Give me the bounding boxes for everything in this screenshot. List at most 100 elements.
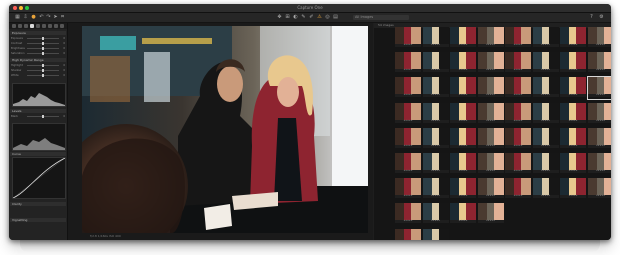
thumbnail[interactable]: ★★★★★ [560, 77, 586, 99]
thumbnail[interactable]: ★★★★★ [477, 127, 504, 150]
thumbnail[interactable]: ★★★★★ [450, 52, 476, 74]
slider-knob[interactable] [42, 69, 44, 72]
slider-track[interactable] [27, 64, 59, 67]
slider-knob[interactable] [42, 64, 44, 67]
thumbnail[interactable]: ★★★★★ [587, 127, 611, 150]
thumbnail[interactable]: ★★★★★ [477, 77, 504, 99]
picker-icon[interactable]: ✎ [301, 15, 306, 20]
slider-track[interactable] [27, 69, 59, 72]
thumbnail[interactable]: ★★★★★ [532, 52, 559, 74]
slider-track[interactable] [27, 47, 59, 50]
redo-icon[interactable]: ↷ [46, 15, 51, 20]
thumbnail[interactable]: ★★★★★ [422, 203, 449, 225]
thumbnail[interactable]: ★★★★★ [395, 153, 421, 175]
thumbnail[interactable]: ★★★★★ [560, 27, 586, 49]
curve-editor[interactable] [12, 157, 66, 199]
undo-icon[interactable]: ↶ [39, 15, 44, 20]
slider-knob[interactable] [42, 115, 44, 118]
tab-output-icon[interactable] [60, 24, 64, 28]
thumbnail[interactable]: ★★★★★ [532, 77, 559, 99]
tab-color-icon[interactable] [30, 24, 34, 28]
section-levels[interactable]: Levels [10, 109, 66, 113]
thumbnail[interactable]: ★★★★★ [450, 153, 476, 175]
thumbnail[interactable]: ★★★★★ [477, 102, 504, 125]
thumbnail[interactable]: ★★★★★ [532, 27, 559, 49]
thumbnail[interactable]: ★★★★★ [395, 228, 421, 240]
thumbnail[interactable]: ★★★★★ [395, 127, 421, 150]
thumbnail[interactable]: ★★★★★ [560, 127, 586, 150]
thumbnail[interactable]: ★★★★★ [560, 178, 586, 200]
thumbnail[interactable]: ★★★★★ [395, 178, 421, 200]
thumbnail[interactable]: ★★★★★ [586, 76, 611, 101]
slider-row[interactable]: Brightness 0 [11, 47, 65, 50]
thumbnail[interactable]: ★★★★★ [587, 27, 611, 49]
thumbnail[interactable]: ★★★★★ [587, 102, 611, 125]
thumbnail[interactable]: ★★★★★ [587, 52, 611, 74]
exposure-warning-icon[interactable]: ⚠ [317, 15, 322, 20]
thumbnail[interactable]: ★★★★★ [450, 178, 476, 200]
slider-row[interactable]: Saturation 0 [11, 52, 65, 55]
slider-knob[interactable] [42, 42, 44, 45]
thumbnail[interactable]: ★★★★★ [587, 153, 611, 175]
thumbnail[interactable]: ★★★★★ [422, 27, 449, 49]
slider-knob[interactable] [42, 52, 44, 55]
thumbnail[interactable]: ★★★★★ [477, 27, 504, 49]
thumbnail[interactable]: ★★★★★ [560, 52, 586, 74]
tab-adjustments-icon[interactable] [48, 24, 52, 28]
section-vignetting[interactable]: Vignetting [10, 218, 66, 222]
slider-row[interactable]: Shadow 0 [11, 69, 65, 72]
thumbnail[interactable]: ★★★★★ [532, 102, 559, 125]
thumbnail[interactable]: ★★★★★ [505, 178, 531, 200]
image-viewer[interactable]: f/2.8 1/160s ISO 400 [68, 23, 373, 240]
slider-row[interactable]: Exposure 0 [11, 37, 65, 40]
thumbnail[interactable]: ★★★★★ [395, 77, 421, 99]
mask-icon[interactable]: ◐ [293, 15, 298, 20]
slider-track[interactable] [27, 42, 59, 45]
thumbnail[interactable]: ★★★★★ [450, 77, 476, 99]
thumbnail[interactable]: ★★★★★ [560, 102, 586, 125]
browser-filter-field[interactable]: All Images [353, 15, 409, 20]
thumbnail[interactable]: ★★★★★ [395, 102, 421, 125]
tab-lens-icon[interactable] [24, 24, 28, 28]
thumbnail[interactable]: ★★★★★ [450, 102, 476, 125]
camera-icon[interactable]: ● [31, 15, 36, 20]
thumbnail[interactable]: ★★★★★ [532, 153, 559, 175]
section-hdr[interactable]: High Dynamic Range [10, 58, 66, 62]
thumbnail[interactable]: ★★★★★ [422, 178, 449, 200]
thumbnail[interactable]: ★★★★★ [505, 102, 531, 125]
thumbnail[interactable]: ★★★★★ [450, 203, 476, 225]
slider-knob[interactable] [42, 37, 44, 40]
slider-row[interactable]: White 0 [11, 74, 65, 77]
thumbnail[interactable]: ★★★★★ [477, 178, 504, 200]
slider-row[interactable]: Black 0 [11, 115, 65, 118]
annotate-icon[interactable]: ✐ [309, 15, 314, 20]
section-exposure[interactable]: Exposure [10, 31, 66, 35]
settings-icon[interactable]: ⚙ [599, 15, 604, 20]
thumbnail[interactable]: ★★★★★ [477, 52, 504, 74]
keystone-icon[interactable]: ⊞ [285, 15, 290, 20]
thumbnail[interactable]: ★★★★★ [395, 52, 421, 74]
thumbnail[interactable]: ★★★★★ [532, 127, 559, 150]
section-curve[interactable]: Curve [10, 152, 66, 156]
thumbnail[interactable]: ★★★★★ [422, 52, 449, 74]
slider-row[interactable]: Highlight 0 [11, 64, 65, 67]
grid-view-icon[interactable]: ▤ [333, 15, 338, 20]
tab-capture-icon[interactable] [18, 24, 22, 28]
thumbnail[interactable]: ★★★★★ [395, 203, 421, 225]
thumbnail[interactable]: ★★★★★ [587, 178, 611, 200]
section-clarity[interactable]: Clarity [10, 202, 66, 206]
proof-icon[interactable]: ◎ [325, 15, 330, 20]
thumbnail[interactable]: ★★★★★ [505, 27, 531, 49]
tab-exposure-icon[interactable] [36, 24, 40, 28]
cursor-icon[interactable]: ➤ [53, 15, 58, 20]
thumbnail[interactable]: ★★★★★ [532, 178, 559, 200]
thumbnail[interactable]: ★★★★★ [422, 102, 449, 125]
tab-library-icon[interactable] [12, 24, 16, 28]
curve-graph[interactable] [12, 157, 66, 199]
slider-knob[interactable] [42, 74, 44, 77]
thumbnail[interactable]: ★★★★★ [422, 77, 449, 99]
thumbnail[interactable]: ★★★★★ [450, 127, 476, 150]
thumbnail[interactable]: ★★★★★ [422, 153, 449, 175]
import-icon[interactable]: ⇩ [23, 15, 28, 20]
thumbnail[interactable]: ★★★★★ [505, 52, 531, 74]
